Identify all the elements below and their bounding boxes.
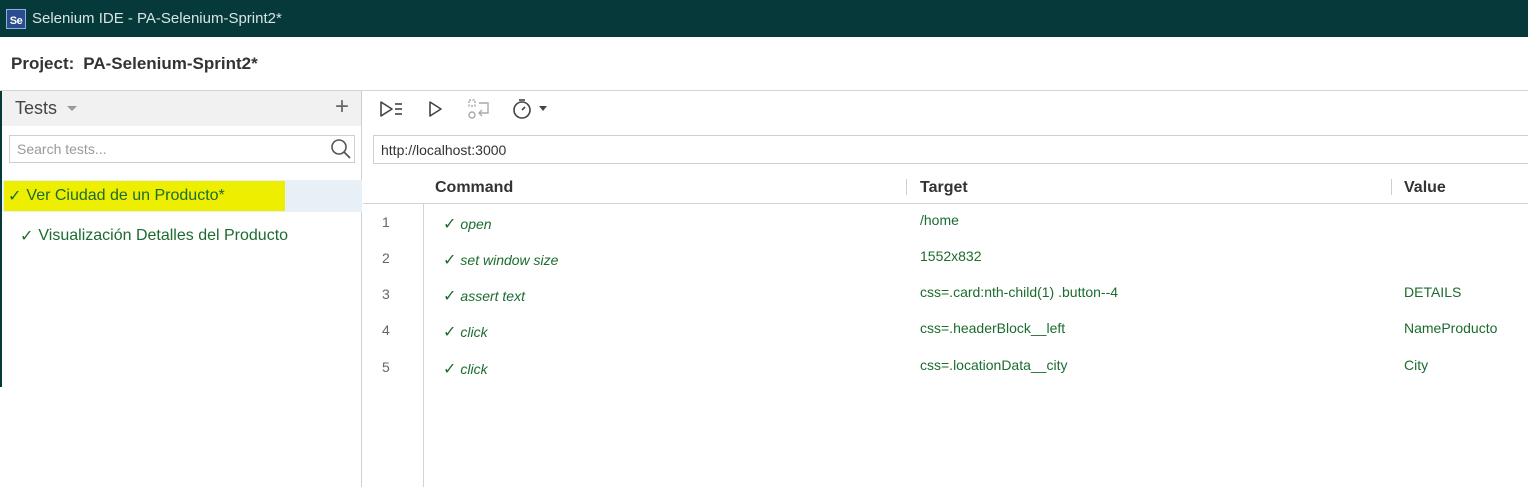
row-number: 3	[382, 286, 390, 302]
run-current-test-icon	[429, 100, 442, 117]
test-item-visualizacion-detalles[interactable]: ✓ Visualización Detalles del Producto	[2, 220, 362, 252]
commands-table-header: Command Target Value	[363, 171, 1528, 204]
run-all-tests-button[interactable]	[377, 95, 405, 123]
test-item-ver-ciudad[interactable]: ✓ Ver Ciudad de un Producto*	[2, 180, 362, 212]
table-row[interactable]: 2 ✓ set window size 1552x832	[363, 240, 1528, 276]
command-cell: ✓ click	[443, 322, 488, 342]
column-divider[interactable]	[1391, 179, 1392, 195]
row-number: 2	[382, 250, 390, 266]
target-cell: css=.locationData__city	[920, 357, 1068, 373]
row-number: 1	[382, 214, 390, 230]
target-cell: css=.card:nth-child(1) .button--4	[920, 284, 1119, 300]
target-cell: css=.headerBlock__left	[920, 320, 1066, 336]
command-column-header: Command	[435, 179, 514, 196]
command-cell: ✓ assert text	[443, 286, 525, 306]
row-number: 5	[382, 359, 390, 375]
table-row[interactable]: 3 ✓ assert text css=.card:nth-child(1) .b…	[363, 276, 1528, 312]
value-cell: DETAILS	[1404, 284, 1462, 300]
tests-sidebar: Tests + ✓ Ver Ciudad de un Producto* ✓ V…	[2, 91, 362, 487]
commands-table-body: 1 ✓ open /home 2 ✓ set window size 1552x83…	[363, 204, 1528, 487]
value-column-header: Value	[1404, 179, 1446, 196]
playback-toolbar	[363, 91, 1528, 126]
run-all-tests-icon	[380, 100, 402, 117]
selenium-logo-icon: Se	[6, 8, 26, 29]
command-text: click	[460, 361, 488, 377]
command-text: set window size	[460, 252, 559, 268]
pass-check-icon: ✓	[443, 361, 457, 378]
tests-panel-header: Tests +	[2, 91, 361, 126]
search-tests-box	[9, 135, 355, 163]
value-cell: City	[1404, 357, 1429, 373]
target-cell: 1552x832	[920, 248, 982, 264]
step-over-icon	[468, 98, 489, 119]
pass-check-icon: ✓	[443, 324, 457, 341]
test-item-highlight: ✓ Ver Ciudad de un Producto*	[4, 181, 285, 211]
chevron-down-icon	[538, 106, 547, 111]
add-test-button[interactable]: +	[335, 95, 349, 119]
table-row[interactable]: 5 ✓ click css=.locationData__city City	[363, 349, 1528, 385]
project-label: Project:	[11, 53, 75, 73]
window-titlebar: Se Selenium IDE - PA-Selenium-Sprint2*	[0, 0, 1528, 37]
pass-check-icon: ✓	[443, 252, 457, 269]
chevron-down-icon[interactable]	[67, 106, 78, 111]
test-speed-timer-icon	[512, 98, 531, 119]
command-cell: ✓ set window size	[443, 250, 558, 270]
pass-check-icon: ✓	[443, 288, 457, 305]
pass-check-icon: ✓	[20, 228, 34, 245]
tests-dropdown-label[interactable]: Tests	[15, 98, 57, 119]
test-list: ✓ Ver Ciudad de un Producto* ✓ Visualiza…	[2, 180, 362, 252]
command-text: open	[460, 216, 492, 232]
search-tests-input[interactable]	[10, 136, 320, 162]
table-row[interactable]: 1 ✓ open /home	[363, 204, 1528, 240]
pass-check-icon: ✓	[443, 216, 457, 233]
project-header: Project: PA-Selenium-Sprint2*	[0, 37, 1528, 91]
test-item-label: Ver Ciudad de un Producto*	[26, 187, 225, 204]
target-cell: /home	[920, 212, 959, 228]
table-row[interactable]: 4 ✓ click css=.headerBlock__left NameProd…	[363, 312, 1528, 348]
search-icon[interactable]	[330, 138, 352, 160]
test-item-label: Visualización Detalles del Producto	[38, 227, 289, 244]
project-name[interactable]: PA-Selenium-Sprint2*	[83, 54, 257, 74]
test-speed-button[interactable]	[509, 95, 549, 123]
step-over-button[interactable]	[465, 95, 493, 123]
test-editor: Command Target Value 1 ✓open /home 2 ✓se…	[363, 91, 1528, 487]
command-cell: ✓ open	[443, 214, 492, 234]
base-url-box	[373, 135, 1528, 164]
command-text: click	[460, 324, 488, 340]
row-number: 4	[382, 322, 390, 338]
value-cell: NameProducto	[1404, 320, 1498, 336]
target-column-header: Target	[920, 179, 968, 196]
base-url-input[interactable]	[374, 136, 1528, 163]
window-title: Selenium IDE - PA-Selenium-Sprint2*	[32, 10, 282, 27]
run-current-test-button[interactable]	[421, 95, 449, 123]
command-cell: ✓ click	[443, 359, 488, 379]
pass-check-icon: ✓	[8, 188, 22, 205]
column-divider[interactable]	[906, 179, 907, 195]
command-text: assert text	[460, 288, 525, 304]
